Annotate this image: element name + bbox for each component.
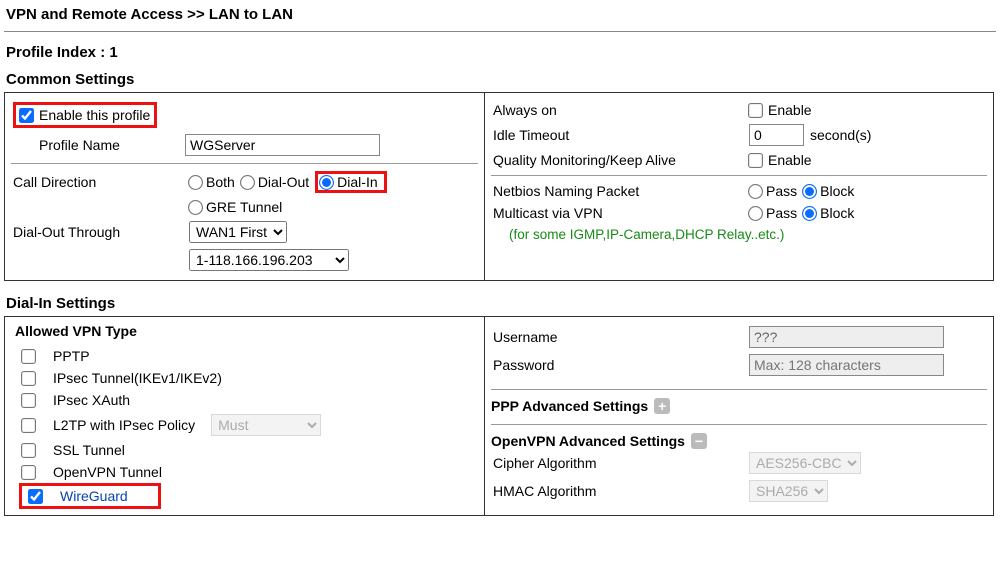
vpn-xauth-checkbox[interactable] (21, 393, 36, 408)
username-label: Username (493, 329, 743, 345)
seconds-label: second(s) (810, 127, 871, 143)
expand-icon[interactable]: + (654, 398, 670, 414)
highlight-dial-in: Dial-In (315, 171, 386, 193)
l2tp-ipsec-policy-select: Must (211, 414, 321, 436)
profile-name-label: Profile Name (39, 137, 179, 153)
dial-out-through-label: Dial-Out Through (13, 224, 183, 240)
vpn-openvpn-checkbox[interactable] (21, 465, 36, 480)
vpn-ipsec-checkbox[interactable] (21, 371, 36, 386)
dial-in-settings-header: Dial-In Settings (6, 295, 996, 312)
netbios-label: Netbios Naming Packet (493, 183, 743, 199)
vpn-ipsec-label: IPsec Tunnel(IKEv1/IKEv2) (53, 370, 222, 386)
call-direction-label: Call Direction (13, 174, 183, 190)
profile-name-input[interactable] (185, 134, 380, 156)
allowed-vpn-type-header: Allowed VPN Type (5, 317, 484, 345)
cipher-algorithm-select: AES256-CBC (749, 452, 861, 474)
multicast-pass[interactable]: Pass (749, 205, 797, 221)
quality-monitoring-enable-label: Enable (768, 152, 812, 168)
highlight-wireguard: WireGuard (19, 483, 161, 509)
hmac-algorithm-label: HMAC Algorithm (493, 483, 743, 499)
always-on-label: Always on (493, 102, 743, 118)
vpn-wireguard-checkbox[interactable] (28, 489, 43, 504)
multicast-note: (for some IGMP,IP-Camera,DHCP Relay..etc… (509, 227, 784, 242)
openvpn-advanced-header: OpenVPN Advanced Settings (491, 433, 685, 449)
quality-monitoring-checkbox[interactable] (748, 153, 763, 168)
common-settings-header: Common Settings (6, 71, 996, 88)
vpn-pptp-label: PPTP (53, 348, 90, 364)
hmac-algorithm-select: SHA256 (749, 480, 828, 502)
enable-profile-label: Enable this profile (39, 107, 150, 123)
highlight-enable-profile: Enable this profile (13, 102, 157, 128)
vpn-xauth-label: IPsec XAuth (53, 392, 130, 408)
username-input (749, 326, 944, 348)
quality-monitoring-label: Quality Monitoring/Keep Alive (493, 152, 743, 168)
cipher-algorithm-label: Cipher Algorithm (493, 455, 743, 471)
multicast-label: Multicast via VPN (493, 205, 743, 221)
vpn-l2tp-label: L2TP with IPsec Policy (53, 417, 195, 433)
vpn-ssl-checkbox[interactable] (21, 443, 36, 458)
idle-timeout-input[interactable] (749, 124, 804, 146)
vpn-openvpn-label: OpenVPN Tunnel (53, 464, 162, 480)
vpn-l2tp-checkbox[interactable] (21, 418, 36, 433)
netbios-block[interactable]: Block (803, 183, 854, 199)
multicast-block[interactable]: Block (803, 205, 854, 221)
wan-select[interactable]: WAN1 First (189, 221, 287, 243)
common-settings-panel: Enable this profile Profile Name Call Di… (4, 92, 994, 281)
enable-profile-checkbox[interactable] (19, 108, 34, 123)
dial-in-settings-panel: Allowed VPN Type PPTP IPsec Tunnel(IKEv1… (4, 316, 994, 516)
profile-index: Profile Index : 1 (6, 44, 996, 61)
vpn-pptp-checkbox[interactable] (21, 349, 36, 364)
always-on-checkbox[interactable] (748, 103, 763, 118)
collapse-icon[interactable]: − (691, 433, 707, 449)
ppp-advanced-header: PPP Advanced Settings (491, 398, 648, 414)
divider (4, 31, 996, 32)
always-on-enable-label: Enable (768, 102, 812, 118)
password-input (749, 354, 944, 376)
vpn-ssl-label: SSL Tunnel (53, 442, 125, 458)
netbios-pass[interactable]: Pass (749, 183, 797, 199)
call-direction-dial-out[interactable]: Dial-Out (241, 174, 309, 190)
vpn-wireguard-label[interactable]: WireGuard (60, 488, 128, 504)
call-direction-dial-in[interactable]: Dial-In (320, 174, 377, 190)
password-label: Password (493, 357, 743, 373)
idle-timeout-label: Idle Timeout (493, 127, 743, 143)
ip-select[interactable]: 1-118.166.196.203 (189, 249, 349, 271)
call-direction-gre[interactable]: GRE Tunnel (189, 199, 282, 215)
breadcrumb: VPN and Remote Access >> LAN to LAN (4, 4, 996, 31)
call-direction-both[interactable]: Both (189, 174, 235, 190)
